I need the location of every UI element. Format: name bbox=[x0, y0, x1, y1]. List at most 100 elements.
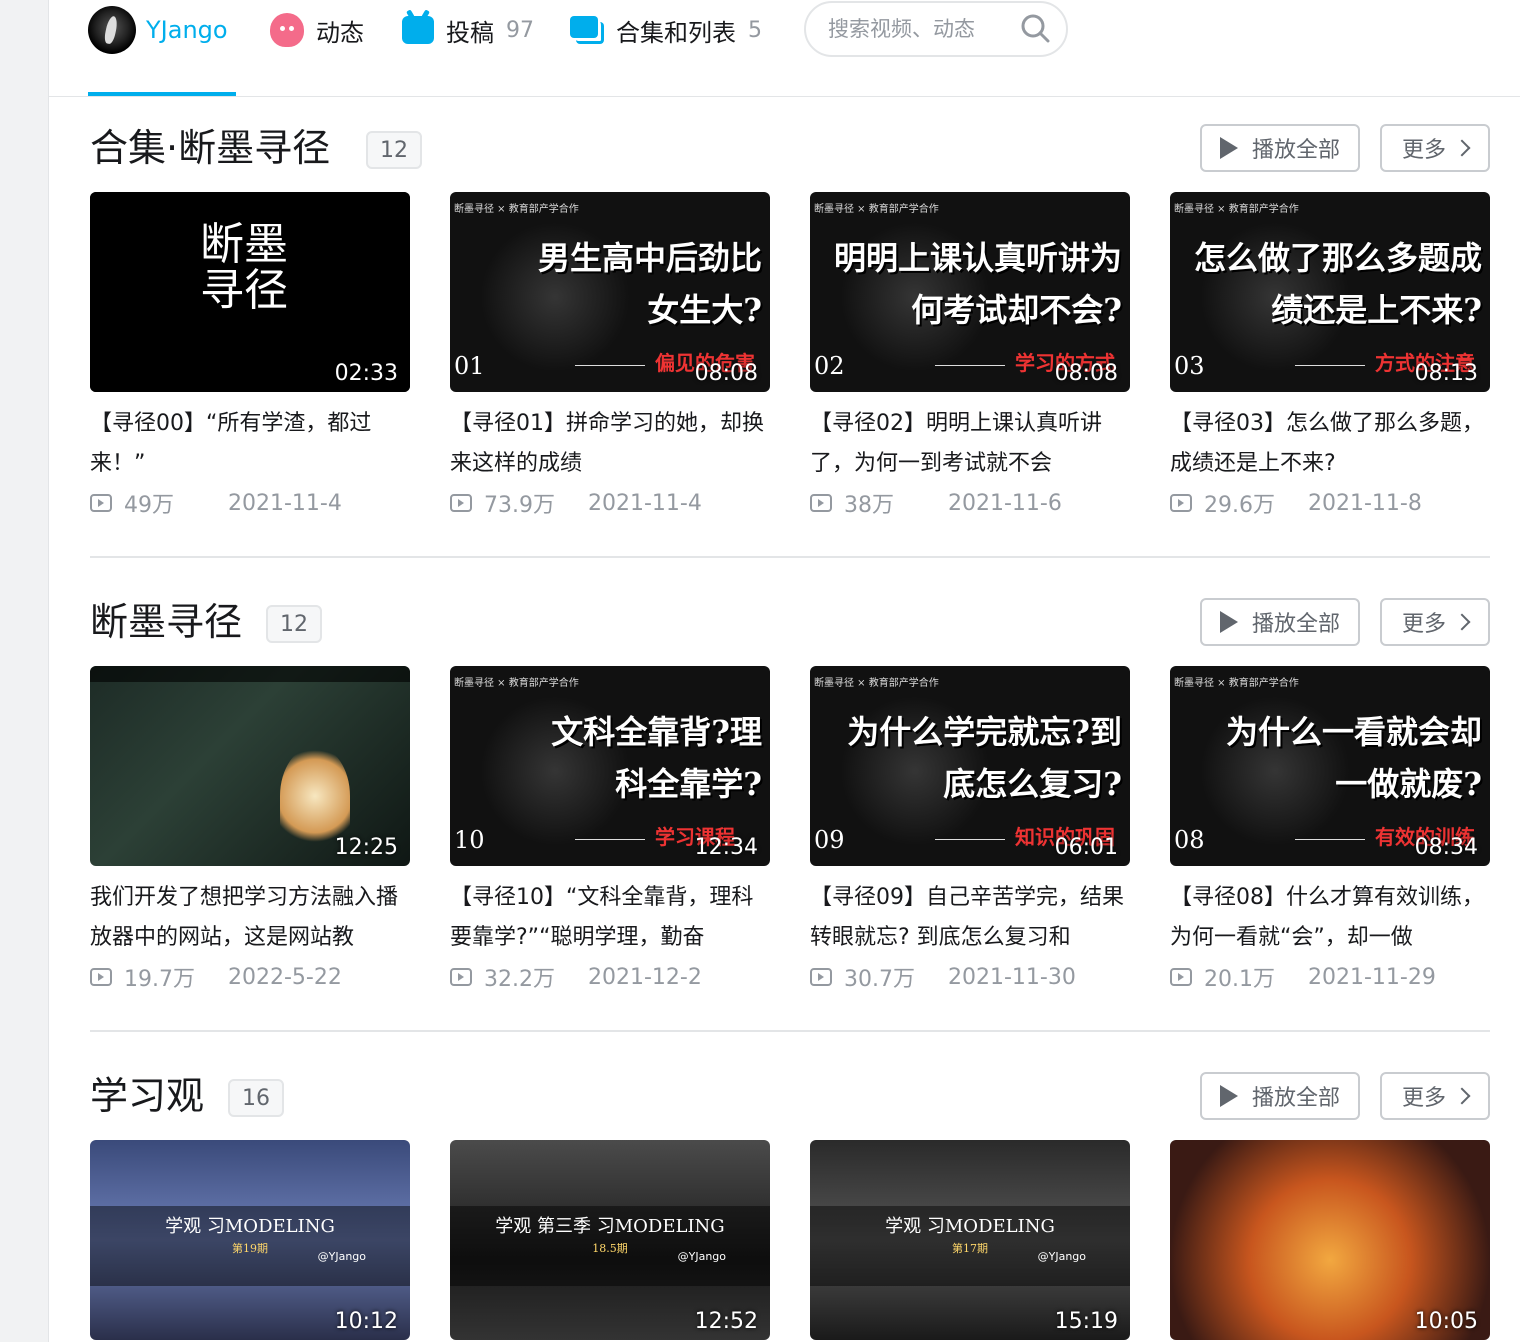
play-icon bbox=[1219, 1085, 1238, 1107]
video-thumbnail[interactable]: 断墨寻径 02:33 bbox=[90, 192, 410, 392]
video-thumbnail[interactable]: 断墨寻径 × 教育部产学合作 明明上课认真听讲为何考试却不会? 02 学习的方式… bbox=[810, 192, 1130, 392]
play-all-button[interactable]: 播放全部 bbox=[1200, 1072, 1360, 1120]
video-card[interactable]: 断墨寻径 × 教育部产学合作 为什么学完就忘?到底怎么复习? 09 知识的巩固 … bbox=[810, 666, 1130, 992]
nav-upload-label: 投稿 bbox=[446, 18, 494, 47]
video-card[interactable]: 断墨寻径 02:33 【寻径00】“所有学渣，都过来！” 49万 2021-11… bbox=[90, 192, 410, 518]
cover-number: 03 bbox=[1174, 352, 1205, 380]
nav-upload[interactable]: 投稿 97 bbox=[402, 0, 534, 60]
video-title[interactable]: 【寻径08】什么才算有效训练，为何一看就“会”，却一做 bbox=[1170, 878, 1490, 958]
play-all-label: 播放全部 bbox=[1251, 1086, 1340, 1111]
space-nav: YJango 动态 投稿 97 合集和列表 5 bbox=[88, 0, 1520, 97]
more-label: 更多 bbox=[1401, 1086, 1446, 1111]
search-input[interactable] bbox=[826, 16, 1010, 42]
video-thumbnail[interactable]: 断墨寻径 × 教育部产学合作 怎么做了那么多题成绩还是上不来? 03 方式的注意… bbox=[1170, 192, 1490, 392]
view-count: 49万 bbox=[124, 493, 174, 518]
video-meta: 73.9万 2021-11-4 bbox=[450, 488, 770, 518]
avatar[interactable] bbox=[88, 6, 136, 54]
video-meta: 30.7万 2021-11-30 bbox=[810, 962, 1130, 992]
cover-divider bbox=[575, 839, 645, 840]
video-card[interactable]: 10:05 bbox=[1170, 1140, 1490, 1340]
nav-collections[interactable]: 合集和列表 5 bbox=[570, 0, 762, 60]
view-count-icon bbox=[450, 968, 472, 986]
more-button[interactable]: 更多 bbox=[1380, 124, 1490, 172]
publish-date: 2021-11-4 bbox=[228, 490, 342, 516]
video-duration: 15:19 bbox=[1054, 1309, 1118, 1334]
cover-calligraphy: 断墨寻径 bbox=[200, 219, 288, 316]
play-all-label: 播放全部 bbox=[1251, 138, 1340, 163]
view-count-icon bbox=[810, 494, 832, 512]
video-thumbnail[interactable]: 断墨寻径 × 教育部产学合作 文科全靠背?理科全靠学? 10 学习课程 12:3… bbox=[450, 666, 770, 866]
section-divider bbox=[90, 1030, 1490, 1032]
cover-number: 09 bbox=[814, 826, 845, 854]
section-count: 12 bbox=[366, 131, 422, 169]
video-card[interactable]: 断墨寻径 × 教育部产学合作 为什么一看就会却一做就废? 08 有效的训练 08… bbox=[1170, 666, 1490, 992]
video-title[interactable]: 我们开发了想把学习方法融入播放器中的网站，这是网站教 bbox=[90, 878, 410, 958]
video-thumbnail[interactable]: 学观 第三季 习MODELING 18.5期 @YJango 12:52 bbox=[450, 1140, 770, 1340]
cover-number: 08 bbox=[1174, 826, 1205, 854]
video-card[interactable]: 断墨寻径 × 教育部产学合作 文科全靠背?理科全靠学? 10 学习课程 12:3… bbox=[450, 666, 770, 992]
nav-dynamic-label: 动态 bbox=[316, 18, 364, 47]
more-label: 更多 bbox=[1401, 612, 1446, 637]
view-count: 32.2万 bbox=[484, 967, 555, 992]
video-meta: 19.7万 2022-5-22 bbox=[90, 962, 410, 992]
publish-date: 2021-12-2 bbox=[588, 964, 702, 990]
cover-text: 怎么做了那么多题成绩还是上不来? bbox=[1193, 239, 1482, 329]
search-icon[interactable] bbox=[1020, 13, 1050, 43]
video-title[interactable]: 【寻径09】自己辛苦学完，结果转眼就忘? 到底怎么复习和 bbox=[810, 878, 1130, 958]
video-duration: 12:34 bbox=[694, 835, 758, 860]
view-count: 30.7万 bbox=[844, 967, 915, 992]
more-button[interactable]: 更多 bbox=[1380, 598, 1490, 646]
video-meta: 38万 2021-11-6 bbox=[810, 488, 1130, 518]
publish-date: 2021-11-6 bbox=[948, 490, 1062, 516]
video-thumbnail[interactable]: 12:25 bbox=[90, 666, 410, 866]
video-card[interactable]: 12:25 我们开发了想把学习方法融入播放器中的网站，这是网站教 19.7万 2… bbox=[90, 666, 410, 992]
video-card[interactable]: 学观 习MODELING 第19期 @YJango 10:12 bbox=[90, 1140, 410, 1340]
nav-dynamic[interactable]: 动态 bbox=[270, 0, 364, 60]
upload-icon bbox=[402, 16, 434, 44]
chevron-right-icon bbox=[1453, 613, 1471, 631]
view-count-icon bbox=[1170, 494, 1192, 512]
video-duration: 06:01 bbox=[1054, 835, 1118, 860]
video-card[interactable]: 学观 第三季 习MODELING 18.5期 @YJango 12:52 bbox=[450, 1140, 770, 1340]
video-title[interactable]: 【寻径00】“所有学渣，都过来！” bbox=[90, 404, 410, 484]
cover-number: 01 bbox=[454, 352, 485, 380]
cover-divider bbox=[935, 365, 1005, 366]
video-title[interactable]: 【寻径02】明明上课认真听讲了，为何一到考试就不会 bbox=[810, 404, 1130, 484]
video-title[interactable]: 【寻径01】拼命学习的她，却换来这样的成绩 bbox=[450, 404, 770, 484]
cover-number: 02 bbox=[814, 352, 845, 380]
nav-home[interactable]: YJango bbox=[88, 0, 228, 60]
view-count-icon bbox=[810, 968, 832, 986]
publish-date: 2021-11-8 bbox=[1308, 490, 1422, 516]
cover-header: 断墨寻径 × 教育部产学合作 bbox=[1174, 678, 1299, 689]
video-card[interactable]: 断墨寻径 × 教育部产学合作 男生高中后劲比女生大? 01 偏见的危害 08:0… bbox=[450, 192, 770, 518]
section-title[interactable]: 合集·断墨寻径 bbox=[90, 124, 330, 172]
view-count-icon bbox=[1170, 968, 1192, 986]
publish-date: 2021-11-30 bbox=[948, 964, 1076, 990]
video-duration: 08:08 bbox=[1054, 361, 1118, 386]
video-card[interactable]: 断墨寻径 × 教育部产学合作 怎么做了那么多题成绩还是上不来? 03 方式的注意… bbox=[1170, 192, 1490, 518]
video-thumbnail[interactable]: 断墨寻径 × 教育部产学合作 为什么学完就忘?到底怎么复习? 09 知识的巩固 … bbox=[810, 666, 1130, 866]
video-card[interactable]: 断墨寻径 × 教育部产学合作 明明上课认真听讲为何考试却不会? 02 学习的方式… bbox=[810, 192, 1130, 518]
video-thumbnail[interactable]: 断墨寻径 × 教育部产学合作 为什么一看就会却一做就废? 08 有效的训练 08… bbox=[1170, 666, 1490, 866]
play-all-button[interactable]: 播放全部 bbox=[1200, 124, 1360, 172]
section-title[interactable]: 断墨寻径 bbox=[90, 598, 242, 646]
play-all-button[interactable]: 播放全部 bbox=[1200, 598, 1360, 646]
video-thumbnail[interactable]: 学观 习MODELING 第19期 @YJango 10:12 bbox=[90, 1140, 410, 1340]
view-count: 73.9万 bbox=[484, 493, 555, 518]
video-card[interactable]: 学观 习MODELING 第17期 @YJango 15:19 bbox=[810, 1140, 1130, 1340]
left-sidebar-strip bbox=[0, 0, 49, 1342]
cover-text: 为什么学完就忘?到底怎么复习? bbox=[847, 713, 1122, 803]
video-title[interactable]: 【寻径03】怎么做了那么多题，成绩还是上不来? bbox=[1170, 404, 1490, 484]
cover-title: 学观 第三季 习MODELING bbox=[495, 1216, 725, 1237]
video-title[interactable]: 【寻径10】“文科全靠背，理科要靠学?”“聪明学理，勤奋 bbox=[450, 878, 770, 958]
cover-number: 10 bbox=[454, 826, 485, 854]
video-thumbnail[interactable]: 10:05 bbox=[1170, 1140, 1490, 1340]
cover-handle: @YJango bbox=[677, 1250, 726, 1263]
more-button[interactable]: 更多 bbox=[1380, 1072, 1490, 1120]
video-thumbnail[interactable]: 断墨寻径 × 教育部产学合作 男生高中后劲比女生大? 01 偏见的危害 08:0… bbox=[450, 192, 770, 392]
cover-text: 男生高中后劲比女生大? bbox=[537, 239, 762, 329]
section-title[interactable]: 学习观 bbox=[90, 1072, 204, 1120]
cover-header: 断墨寻径 × 教育部产学合作 bbox=[454, 204, 579, 215]
video-meta: 32.2万 2021-12-2 bbox=[450, 962, 770, 992]
video-thumbnail[interactable]: 学观 习MODELING 第17期 @YJango 15:19 bbox=[810, 1140, 1130, 1340]
